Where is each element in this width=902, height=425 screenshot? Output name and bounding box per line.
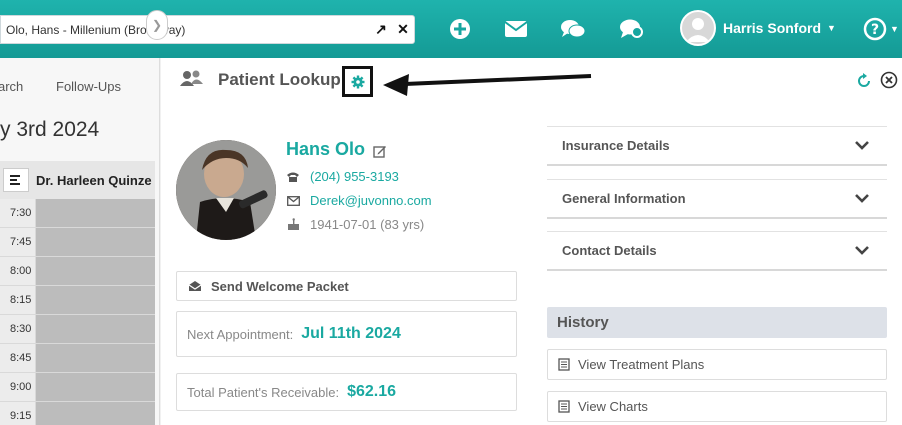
top-bar: Olo, Hans - Millenium (Broadway) ↗ ✕ Har… (0, 0, 902, 58)
general-information-label: General Information (562, 191, 686, 206)
time-row: 8:30 (0, 315, 155, 344)
phone-icon (286, 171, 300, 183)
patient-search-box[interactable]: Olo, Hans - Millenium (Broadway) ↗ ✕ (0, 15, 415, 44)
annotation-arrow-icon (383, 74, 592, 96)
time-row: 8:15 (0, 286, 155, 315)
gear-icon (351, 75, 364, 88)
time-slot-list: 7:30 7:45 8:00 8:15 8:30 8:45 9:00 9:15 (0, 199, 155, 425)
insurance-details-accordion[interactable]: Insurance Details (547, 126, 887, 166)
time-slot[interactable] (36, 257, 155, 285)
patient-dob: 1941-07-01 (83 yrs) (310, 217, 425, 232)
receivable-card: Total Patient's Receivable: $62.16 (176, 373, 517, 411)
time-row: 9:00 (0, 373, 155, 402)
next-appointment-label: Next Appointment: (187, 326, 294, 342)
time-label: 8:00 (0, 257, 36, 285)
time-slot[interactable] (36, 286, 155, 314)
time-row: 7:45 (0, 228, 155, 257)
edit-icon[interactable] (373, 144, 387, 163)
time-row: 7:30 (0, 199, 155, 228)
calendar-date-title: y 3rd 2024 (0, 118, 100, 141)
calendar-panel: arch Follow-Ups y 3rd 2024 Dr. Harleen Q… (0, 58, 160, 425)
time-slot[interactable] (36, 344, 155, 372)
view-treatment-plans-label: View Treatment Plans (578, 357, 705, 372)
time-slot[interactable] (36, 402, 155, 425)
chevron-down-icon: ▼ (827, 23, 836, 33)
lookup-header: Patient Lookup (179, 68, 341, 92)
view-charts-button[interactable]: View Charts (547, 391, 887, 422)
time-label: 7:30 (0, 199, 36, 227)
history-heading: History (547, 307, 887, 338)
time-label: 8:45 (0, 344, 36, 372)
general-information-accordion[interactable]: General Information (547, 179, 887, 219)
send-welcome-label: Send Welcome Packet (211, 278, 349, 294)
document-icon (558, 358, 570, 371)
envelope-icon (286, 195, 300, 206)
view-treatment-plans-button[interactable]: View Treatment Plans (547, 349, 887, 380)
user-menu[interactable]: Harris Sonford ▼ (680, 9, 836, 47)
menu-icon[interactable] (3, 168, 29, 192)
time-label: 8:15 (0, 286, 36, 314)
next-appointment-value[interactable]: Jul 11th 2024 (301, 325, 401, 343)
add-icon[interactable] (447, 16, 473, 42)
patient-photo (176, 140, 276, 240)
chevron-right-icon: ❯ (151, 18, 163, 32)
svg-text:?: ? (871, 22, 879, 38)
help-caret-icon[interactable]: ▼ (890, 24, 899, 34)
avatar (680, 10, 716, 46)
time-row: 8:45 (0, 344, 155, 373)
chevron-down-icon (855, 191, 869, 206)
birthday-cake-icon (286, 218, 300, 231)
chevron-down-icon (855, 243, 869, 258)
clear-search-icon[interactable]: ✕ (392, 21, 414, 38)
time-slot[interactable] (36, 199, 155, 227)
feedback-icon[interactable] (618, 16, 644, 42)
receivable-value: $62.16 (347, 383, 397, 400)
view-charts-label: View Charts (578, 399, 648, 414)
insurance-details-label: Insurance Details (562, 138, 670, 153)
refresh-icon[interactable] (855, 72, 873, 95)
settings-button[interactable] (342, 66, 373, 97)
time-label: 7:45 (0, 228, 36, 256)
patient-name-link[interactable]: Hans Olo (286, 139, 365, 160)
patient-search-value[interactable]: Olo, Hans - Millenium (Broadway) (6, 23, 370, 37)
page-title: Patient Lookup (218, 70, 341, 89)
close-icon[interactable] (880, 71, 898, 94)
collapse-panel-button[interactable]: ❯ (146, 10, 168, 40)
time-slot[interactable] (36, 373, 155, 401)
time-label: 9:00 (0, 373, 36, 401)
patient-email[interactable]: Derek@juvonno.com (310, 193, 432, 208)
open-external-icon[interactable]: ↗ (370, 21, 392, 38)
chevron-down-icon (855, 138, 869, 153)
envelope-open-icon (188, 280, 202, 292)
tab-follow-ups[interactable]: Follow-Ups (56, 79, 121, 94)
help-icon[interactable]: ? (862, 16, 888, 42)
patient-phone[interactable]: (204) 955-3193 (310, 169, 399, 184)
doctor-name: Dr. Harleen Quinze (36, 172, 152, 188)
send-welcome-packet-button[interactable]: Send Welcome Packet (176, 271, 517, 301)
contact-details-label: Contact Details (562, 243, 657, 258)
time-slot[interactable] (36, 228, 155, 256)
tab-search[interactable]: arch (0, 79, 23, 94)
email-row: Derek@juvonno.com (286, 193, 432, 208)
phone-row: (204) 955-3193 (286, 169, 399, 184)
patient-lookup-panel: Patient Lookup Hans Olo (204) 955-3193 D… (161, 58, 902, 425)
next-appointment-card: Next Appointment: Jul 11th 2024 (176, 311, 517, 357)
time-row: 9:15 (0, 402, 155, 425)
time-row: 8:00 (0, 257, 155, 286)
mail-icon[interactable] (503, 16, 529, 42)
time-label: 9:15 (0, 402, 36, 425)
user-name: Harris Sonford (723, 20, 822, 36)
contact-details-accordion[interactable]: Contact Details (547, 231, 887, 271)
schedule-header: Dr. Harleen Quinze (0, 161, 155, 199)
receivable-label: Total Patient's Receivable: (187, 384, 340, 400)
time-slot[interactable] (36, 315, 155, 343)
patients-icon (179, 70, 205, 91)
time-label: 8:30 (0, 315, 36, 343)
document-icon (558, 400, 570, 413)
dob-row: 1941-07-01 (83 yrs) (286, 217, 424, 232)
chat-icon[interactable] (560, 16, 586, 42)
